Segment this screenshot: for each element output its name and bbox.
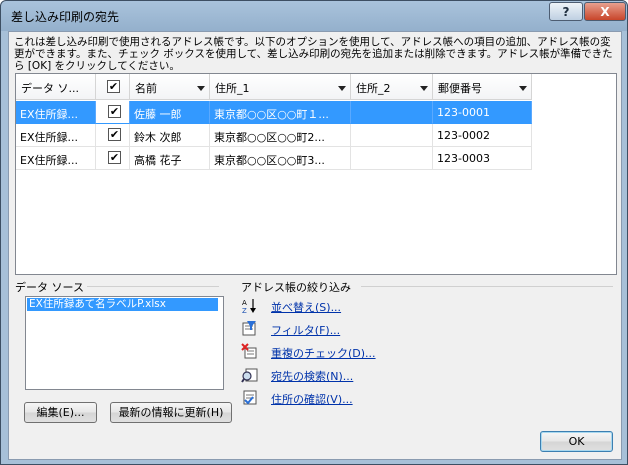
find-recipient-link[interactable]: 宛先の検索(N)... [241,365,391,385]
svg-text:Z: Z [242,307,247,314]
column-header-label: 名前 [135,82,157,95]
cell-source: EX住所録... [16,124,96,147]
column-header-name[interactable]: 名前 [130,74,210,100]
row-checkbox[interactable]: ✔ [108,151,121,164]
table-header: データ ソ... ✔ 名前 住所_1 住所_2 郵便番号 [16,74,616,101]
duplicate-check-label[interactable]: 重複のチェック(D)... [271,345,376,361]
title-bar[interactable]: 差し込み印刷の宛先 ? X [1,1,627,31]
edit-button[interactable]: 編集(E)... [24,402,97,423]
divider [87,286,219,287]
validate-address-link[interactable]: 住所の確認(V)... [241,388,391,408]
filter-icon [242,321,256,336]
column-header-label: 住所_1 [215,82,250,95]
chevron-down-icon[interactable] [519,86,527,91]
cell-zip: 123-0001 [433,101,532,124]
datasource-list[interactable]: EX住所録あて名ラベルP.xlsx [25,296,224,390]
description-text: これは差し込み印刷で使用されるアドレス帳です。以下のオプションを使用して、アドレ… [14,36,613,72]
sort-link-label[interactable]: 並べ替え(S)... [271,299,341,315]
cell-check: ✔ [96,147,130,170]
column-header-check[interactable]: ✔ [96,74,130,100]
cell-address2 [351,147,433,170]
cell-address1: 東京都○○区○○町2... [210,124,351,147]
column-header-label: 郵便番号 [438,82,482,95]
column-header-zip[interactable]: 郵便番号 [433,74,532,100]
column-header-address1[interactable]: 住所_1 [210,74,351,100]
sort-az-icon: A Z [242,299,256,314]
duplicate-check-icon [241,343,257,359]
cell-address1: 東京都○○区○○町3... [210,147,351,170]
divider [361,286,613,287]
column-header-label: 住所_2 [356,82,391,95]
datasource-label: データ ソース [15,281,84,294]
list-item[interactable]: EX住所録あて名ラベルP.xlsx [27,298,218,311]
dialog-window: 差し込み印刷の宛先 ? X これは差し込み印刷で使用されるアドレス帳です。以下の… [0,0,628,465]
cell-address1: 東京都○○区○○町１... [210,101,351,124]
find-recipient-icon [241,368,258,383]
dialog-body: これは差し込み印刷で使用されるアドレス帳です。以下のオプションを使用して、アドレ… [8,31,622,460]
help-button[interactable]: ? [549,2,583,21]
table-row[interactable]: EX住所録... ✔ 佐藤 一郎 東京都○○区○○町１... 123-0001 [16,101,616,124]
column-header-source[interactable]: データ ソ... [16,74,96,100]
cell-check: ✔ [96,124,130,147]
refine-label: アドレス帳の絞り込み [241,281,351,294]
cell-zip: 123-0002 [433,124,532,147]
cell-source: EX住所録... [16,101,96,124]
chevron-down-icon[interactable] [197,86,205,91]
cell-source: EX住所録... [16,147,96,170]
refresh-button[interactable]: 最新の情報に更新(H) [110,402,232,423]
validate-address-label[interactable]: 住所の確認(V)... [271,391,353,407]
cell-name: 鈴木 次郎 [130,124,210,147]
cell-address2 [351,124,433,147]
column-header-address2[interactable]: 住所_2 [351,74,433,100]
find-recipient-label[interactable]: 宛先の検索(N)... [271,368,353,384]
sort-link[interactable]: A Z 並べ替え(S)... [241,296,391,316]
svg-text:A: A [242,299,247,307]
close-button[interactable]: X [584,2,626,21]
row-checkbox[interactable]: ✔ [108,128,121,141]
recipient-table[interactable]: データ ソ... ✔ 名前 住所_1 住所_2 郵便番号 EX住所録... ✔ … [15,73,617,275]
filter-link[interactable]: フィルタ(F)... [241,319,391,339]
duplicate-check-link[interactable]: 重複のチェック(D)... [241,342,391,362]
select-all-checkbox[interactable]: ✔ [107,80,120,93]
filter-link-label[interactable]: フィルタ(F)... [271,322,340,338]
cell-check: ✔ [96,101,130,124]
validate-address-icon [243,390,257,405]
cell-name: 佐藤 一郎 [130,101,210,124]
column-header-label: データ ソ... [21,82,79,95]
cell-address2 [351,101,433,124]
table-row[interactable]: EX住所録... ✔ 高橋 花子 東京都○○区○○町3... 123-0003 [16,147,616,170]
ok-button[interactable]: OK [540,431,613,452]
cell-zip: 123-0003 [433,147,532,170]
table-row[interactable]: EX住所録... ✔ 鈴木 次郎 東京都○○区○○町2... 123-0002 [16,124,616,147]
dialog-title: 差し込み印刷の宛先 [11,10,120,24]
chevron-down-icon[interactable] [338,86,346,91]
row-checkbox[interactable]: ✔ [108,105,121,118]
cell-name: 高橋 花子 [130,147,210,170]
chevron-down-icon[interactable] [420,86,428,91]
